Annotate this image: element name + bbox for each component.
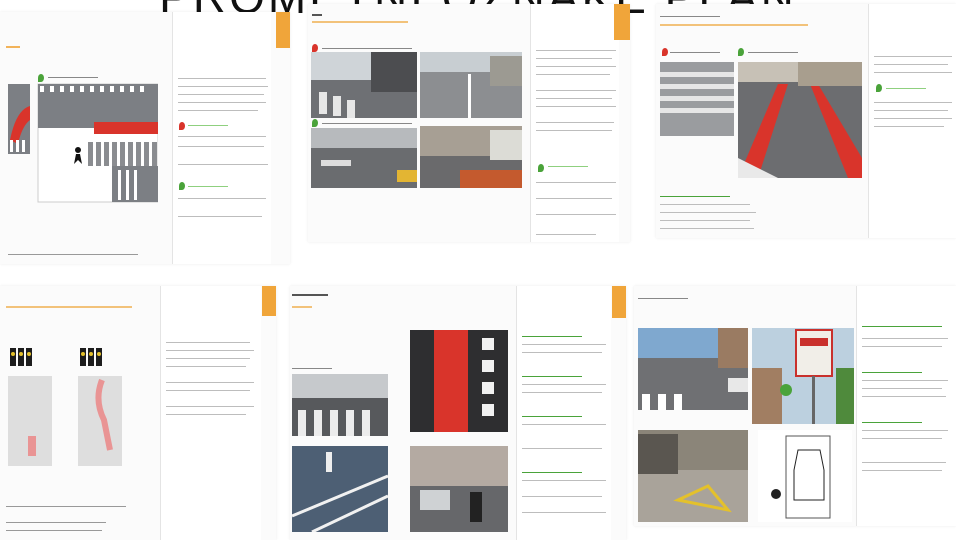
page-2-sidebar bbox=[530, 4, 619, 242]
page-3-sidebar bbox=[868, 4, 956, 238]
page-2-photo-street-4 bbox=[420, 126, 522, 188]
page-5-photo-bike-crossing bbox=[292, 446, 388, 532]
page-5-photo-crosswalk bbox=[292, 374, 388, 436]
page-6-sidebar bbox=[856, 286, 956, 526]
thumbnail-page-6[interactable] bbox=[634, 286, 956, 526]
page-5-orange-tab bbox=[612, 286, 626, 318]
thumbnail-page-3[interactable] bbox=[656, 4, 956, 238]
page-5-sidebar bbox=[516, 286, 611, 540]
page-4-diagram bbox=[6, 340, 126, 470]
thumbnail-page-4[interactable] bbox=[0, 286, 276, 540]
page-4-orange-tab bbox=[262, 286, 276, 316]
page-1-orange-tab bbox=[276, 12, 290, 48]
page-4-sidebar bbox=[160, 286, 261, 540]
page-6-photo-signpost bbox=[752, 328, 854, 424]
thumbnail-page-2[interactable] bbox=[308, 4, 630, 242]
page-2-photo-street-1 bbox=[311, 52, 417, 118]
page-6-photo-intersection bbox=[638, 328, 748, 410]
page-1-sidebar bbox=[172, 12, 271, 264]
page-1-diagram bbox=[8, 70, 159, 204]
page-3-photo-crosswalk bbox=[660, 62, 734, 136]
page-3-photo-red-bike-lane bbox=[738, 62, 862, 178]
page-5-photo-street-traffic bbox=[410, 446, 508, 532]
page-5-photo-red-lane-marking bbox=[410, 330, 508, 432]
page-6-photo-wet-street bbox=[638, 430, 748, 522]
page-2-photo-street-3 bbox=[311, 128, 417, 188]
thumbnail-page-5[interactable] bbox=[290, 286, 626, 540]
thumbnail-page-1[interactable] bbox=[0, 12, 290, 264]
page-2-photo-street-2 bbox=[420, 52, 522, 118]
page-2-orange-tab bbox=[614, 4, 630, 40]
page-6-parking-diagram bbox=[758, 430, 852, 522]
